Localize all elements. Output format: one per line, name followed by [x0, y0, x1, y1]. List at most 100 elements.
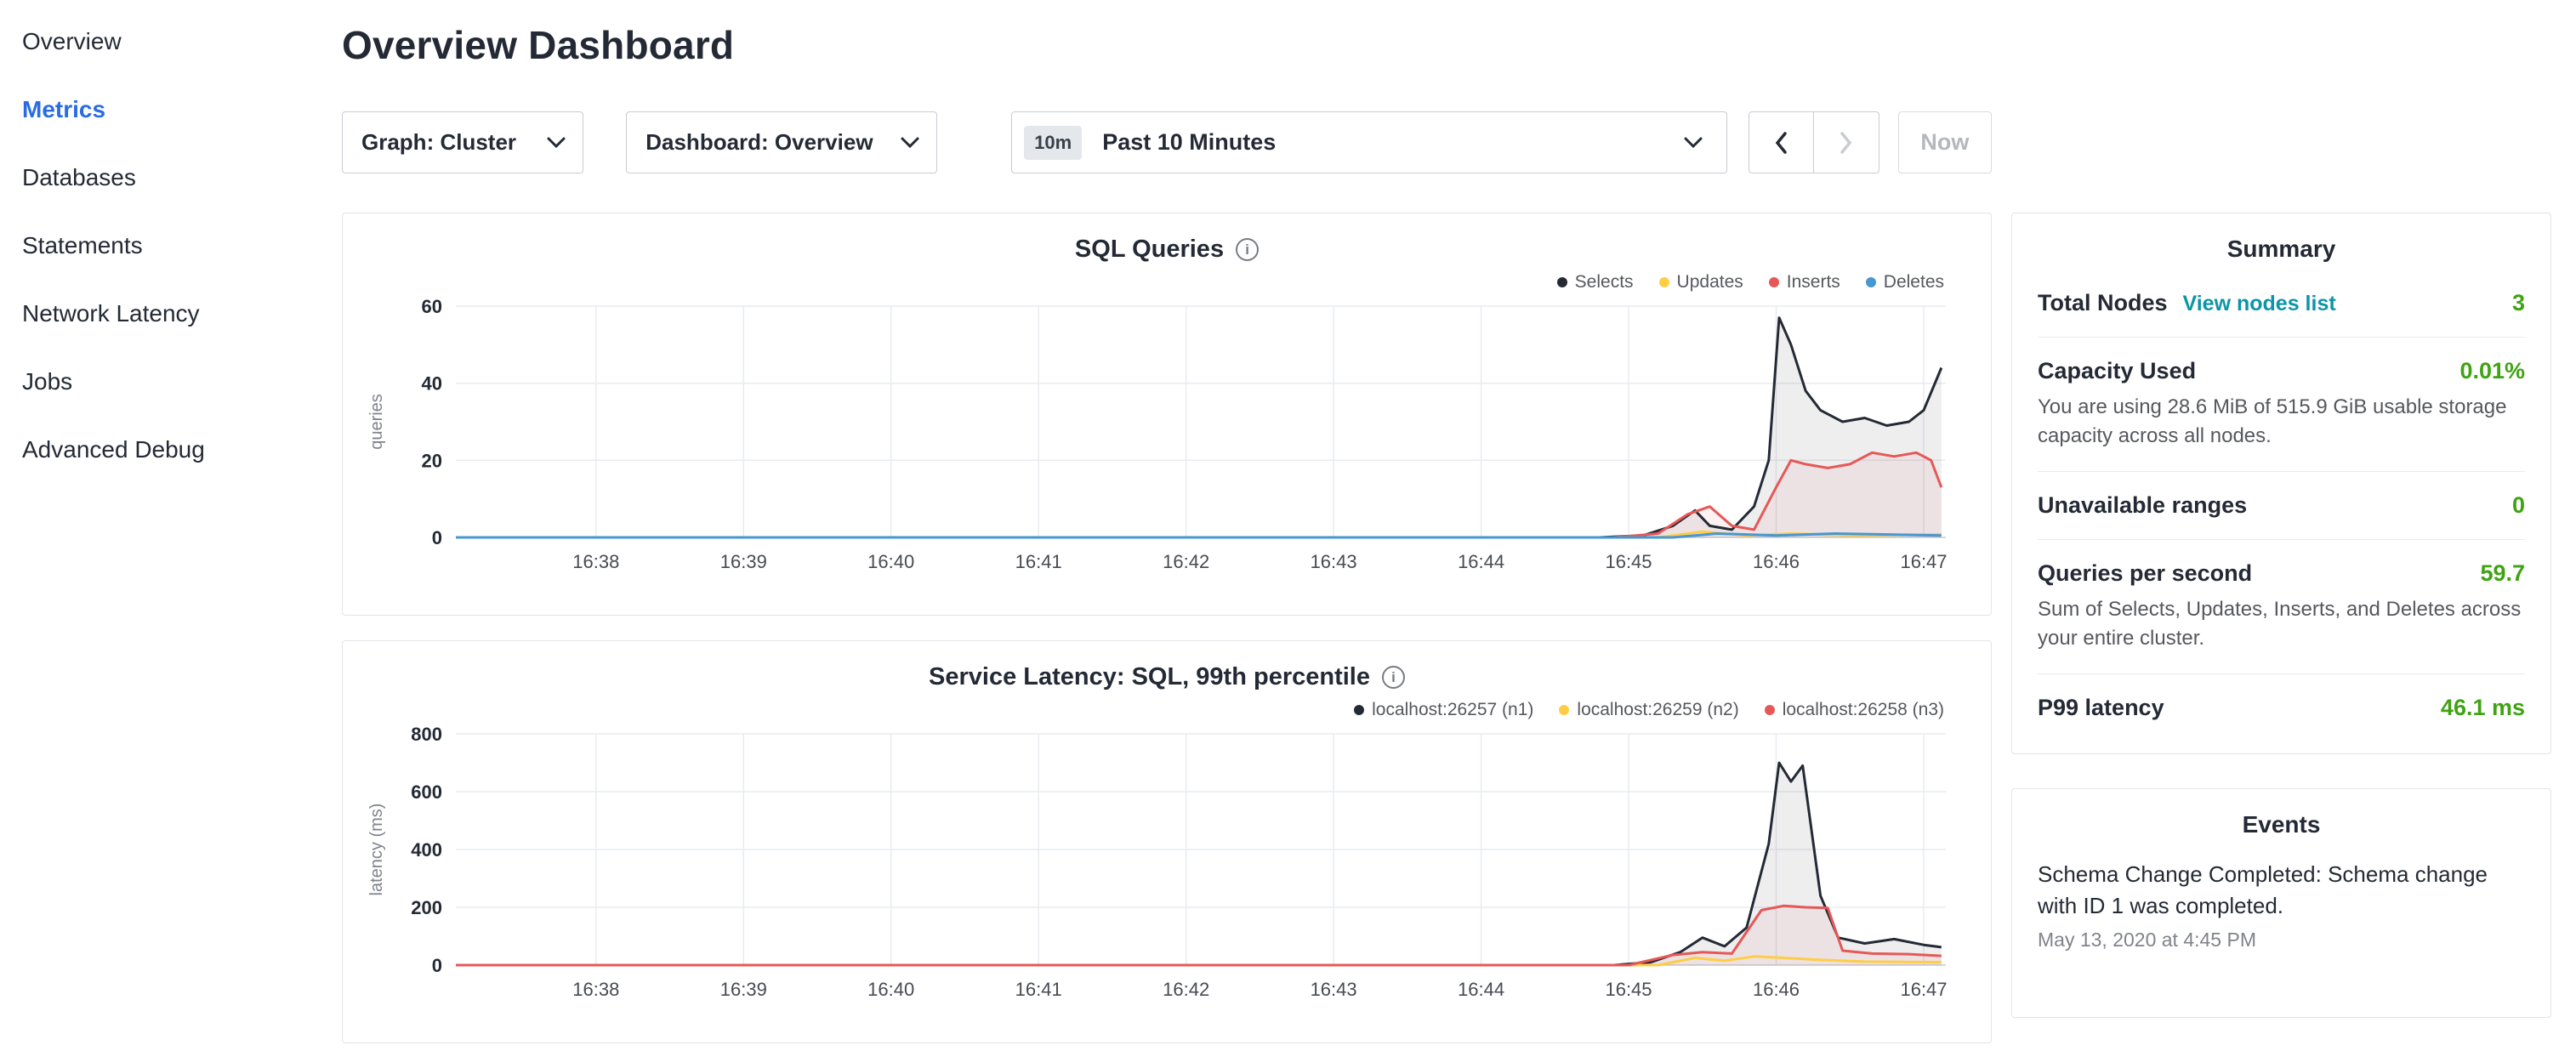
time-range-dropdown[interactable]: 10m Past 10 Minutes: [1011, 111, 1727, 173]
svg-text:16:46: 16:46: [1753, 551, 1800, 572]
legend-dot-icon: [1557, 277, 1567, 287]
legend-label: Inserts: [1787, 272, 1840, 293]
svg-text:16:43: 16:43: [1311, 551, 1357, 572]
svg-text:16:39: 16:39: [720, 551, 767, 572]
events-list: Schema Change Completed: Schema change w…: [2038, 859, 2525, 952]
time-forward-button: [1814, 111, 1879, 173]
time-range-badge: 10m: [1024, 126, 1082, 160]
legend-label: Selects: [1575, 272, 1634, 293]
sidebar: Overview Metrics Databases Statements Networ…: [0, 0, 342, 503]
legend-label: localhost:26258 (n3): [1783, 700, 1944, 720]
chart-legend: Selects Updates Inserts Deletes: [343, 272, 1991, 293]
events-title: Events: [2038, 811, 2525, 838]
summary-stat: Queries per second 59.7 Sum of Selects, Up…: [2038, 540, 2525, 674]
svg-text:200: 200: [411, 897, 442, 918]
svg-text:16:40: 16:40: [867, 979, 914, 1000]
summary-stat-label: Queries per second: [2038, 560, 2252, 587]
svg-text:40: 40: [422, 373, 442, 395]
svg-text:16:47: 16:47: [1900, 979, 1947, 1000]
events-panel: Events Schema Change Completed: Schema c…: [2011, 788, 2551, 1018]
summary-stat-value: 46.1 ms: [2441, 695, 2525, 721]
summary-stat-description: You are using 28.6 MiB of 515.9 GiB usab…: [2038, 393, 2525, 451]
svg-text:800: 800: [411, 724, 442, 745]
main-content: Overview Dashboard Graph: Cluster Dashbo…: [342, 0, 1992, 1043]
summary-stat-value: 59.7: [2480, 560, 2525, 587]
dashboard-dropdown[interactable]: Dashboard: Overview: [626, 111, 937, 173]
legend-item[interactable]: localhost:26257 (n1): [1354, 700, 1533, 720]
chevron-down-icon: [1684, 137, 1703, 148]
svg-text:400: 400: [411, 839, 442, 861]
summary-stat-value: 3: [2512, 290, 2525, 316]
svg-text:16:39: 16:39: [720, 979, 767, 1000]
svg-text:16:41: 16:41: [1015, 551, 1062, 572]
legend-dot-icon: [1765, 705, 1775, 715]
chart-title-row: Service Latency: SQL, 99th percentile i: [343, 663, 1991, 691]
controls-bar: Graph: Cluster Dashboard: Overview 10m P…: [342, 111, 1992, 173]
legend-item[interactable]: Deletes: [1866, 272, 1944, 293]
svg-text:16:45: 16:45: [1605, 551, 1652, 572]
svg-text:16:38: 16:38: [572, 551, 619, 572]
legend-dot-icon: [1354, 705, 1364, 715]
sidebar-item-metrics[interactable]: Metrics: [22, 95, 342, 123]
legend-item[interactable]: Updates: [1659, 272, 1743, 293]
svg-text:16:40: 16:40: [867, 551, 914, 572]
sidebar-item-overview[interactable]: Overview: [22, 27, 342, 55]
view-nodes-link[interactable]: View nodes list: [2183, 292, 2336, 316]
svg-text:16:42: 16:42: [1163, 979, 1209, 1000]
summary-stat-description: Sum of Selects, Updates, Inserts, and De…: [2038, 595, 2525, 653]
summary-panel: Summary Total Nodes View nodes list 3 Capac…: [2011, 213, 2551, 754]
chevron-right-icon: [1840, 131, 1853, 155]
service-latency-chart[interactable]: 16:3816:3916:4016:4116:4216:4316:4416:45…: [343, 722, 1991, 1015]
dashboard-dropdown-label: Dashboard: Overview: [645, 129, 873, 156]
info-icon[interactable]: i: [1382, 666, 1405, 689]
legend-item[interactable]: localhost:26259 (n2): [1559, 700, 1738, 720]
time-pager: [1749, 111, 1879, 173]
summary-stat: Capacity Used 0.01% You are using 28.6 MiB…: [2038, 338, 2525, 472]
now-button[interactable]: Now: [1898, 111, 1992, 173]
svg-text:16:45: 16:45: [1605, 979, 1652, 1000]
sidebar-item-statements[interactable]: Statements: [22, 231, 342, 259]
chart-title: Service Latency: SQL, 99th percentile: [929, 663, 1370, 691]
summary-stat: Unavailable ranges0: [2038, 472, 2525, 540]
legend-item[interactable]: localhost:26258 (n3): [1765, 700, 1944, 720]
svg-text:16:44: 16:44: [1458, 979, 1504, 1000]
summary-stat-label: Total Nodes: [2038, 290, 2168, 316]
svg-text:16:42: 16:42: [1163, 551, 1209, 572]
legend-label: Deletes: [1884, 272, 1944, 293]
svg-text:queries: queries: [367, 394, 386, 450]
app-root: Overview Metrics Databases Statements Networ…: [0, 0, 2576, 1051]
graph-dropdown-label: Graph: Cluster: [361, 129, 516, 156]
legend-label: localhost:26257 (n1): [1372, 700, 1533, 720]
legend-dot-icon: [1659, 277, 1669, 287]
legend-item[interactable]: Selects: [1557, 272, 1634, 293]
summary-title: Summary: [2038, 236, 2525, 263]
legend-label: localhost:26259 (n2): [1577, 700, 1738, 720]
sidebar-item-advanced-debug[interactable]: Advanced Debug: [22, 435, 342, 463]
sidebar-item-network-latency[interactable]: Network Latency: [22, 299, 342, 327]
svg-text:20: 20: [422, 450, 442, 471]
event-message: Schema Change Completed: Schema change w…: [2038, 859, 2525, 921]
svg-text:0: 0: [432, 955, 442, 976]
svg-text:60: 60: [422, 296, 442, 317]
time-back-button[interactable]: [1749, 111, 1814, 173]
summary-stat-value: 0.01%: [2459, 358, 2525, 384]
sql-queries-chart[interactable]: 16:38 16:39 16:40 16:41 16:42 16:43 16:44 16:45…: [343, 294, 1991, 588]
legend-label: Updates: [1677, 272, 1743, 293]
page-title: Overview Dashboard: [342, 22, 1992, 68]
legend-item[interactable]: Inserts: [1769, 272, 1840, 293]
svg-text:16:44: 16:44: [1458, 551, 1504, 572]
sql-queries-chart-panel: SQL Queries i Selects Updates Inserts Delet…: [342, 213, 1992, 616]
info-icon[interactable]: i: [1236, 238, 1259, 261]
event-timestamp: May 13, 2020 at 4:45 PM: [2038, 929, 2525, 952]
graph-dropdown[interactable]: Graph: Cluster: [342, 111, 583, 173]
chart-title-row: SQL Queries i: [343, 236, 1991, 264]
sidebar-item-jobs[interactable]: Jobs: [22, 367, 342, 395]
summary-rows: Total Nodes View nodes list 3 Capacity Used…: [2038, 270, 2525, 731]
right-sidebar: Summary Total Nodes View nodes list 3 Capac…: [2011, 213, 2551, 1018]
summary-stat-label: Capacity Used: [2038, 358, 2196, 384]
summary-stat-label: P99 latency: [2038, 695, 2164, 721]
sidebar-item-databases[interactable]: Databases: [22, 163, 342, 191]
legend-dot-icon: [1866, 277, 1876, 287]
summary-stat: Total Nodes View nodes list 3: [2038, 270, 2525, 338]
summary-stat-value: 0: [2512, 492, 2525, 519]
